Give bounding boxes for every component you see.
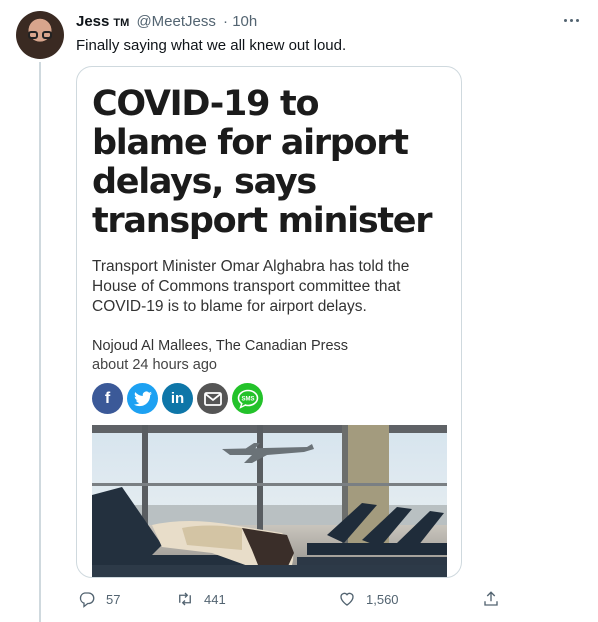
tweet-time[interactable]: · 10h bbox=[223, 13, 257, 30]
tweet-header: Jess TM @MeetJess · 10h bbox=[76, 13, 257, 30]
twitter-icon[interactable] bbox=[127, 383, 158, 414]
avatar[interactable] bbox=[16, 11, 64, 59]
user-handle[interactable]: @MeetJess bbox=[136, 13, 215, 30]
share-button[interactable] bbox=[482, 590, 510, 608]
reply-icon bbox=[79, 592, 95, 608]
avatar-glasses bbox=[28, 31, 54, 39]
article-headline: COVID-19 to blame for airport delays, sa… bbox=[92, 84, 432, 241]
share-buttons: f in SMS bbox=[92, 383, 263, 414]
article-summary: Transport Minister Omar Alghabra has tol… bbox=[92, 258, 410, 315]
like-count: 1,560 bbox=[366, 591, 399, 607]
retweet-icon bbox=[179, 592, 191, 606]
retweet-count: 441 bbox=[204, 591, 226, 607]
link-card[interactable]: COVID-19 to blame for airport delays, sa… bbox=[76, 66, 462, 578]
sms-label: SMS bbox=[241, 396, 254, 402]
retweet-button[interactable]: 441 bbox=[176, 590, 226, 608]
tweet-text: Finally saying what we all knew out loud… bbox=[76, 37, 347, 54]
more-options-icon[interactable] bbox=[561, 14, 583, 28]
display-name[interactable]: Jess bbox=[76, 13, 109, 30]
article-timestamp: about 24 hours ago bbox=[92, 357, 217, 373]
article-author: Nojoud Al Mallees, The Canadian Press bbox=[92, 338, 349, 354]
name-badge: TM bbox=[113, 17, 130, 29]
tweet-actions: 57 441 1,560 bbox=[76, 590, 516, 612]
email-icon[interactable] bbox=[197, 383, 228, 414]
facebook-icon[interactable]: f bbox=[92, 383, 123, 414]
article-photo bbox=[92, 425, 447, 577]
share-icon bbox=[484, 591, 498, 606]
thread-line bbox=[39, 62, 41, 622]
like-button[interactable]: 1,560 bbox=[338, 590, 399, 608]
linkedin-icon[interactable]: in bbox=[162, 383, 193, 414]
heart-icon bbox=[340, 592, 354, 606]
sms-icon[interactable]: SMS bbox=[232, 383, 263, 414]
reply-count: 57 bbox=[106, 591, 121, 607]
reply-button[interactable]: 57 bbox=[78, 590, 120, 608]
